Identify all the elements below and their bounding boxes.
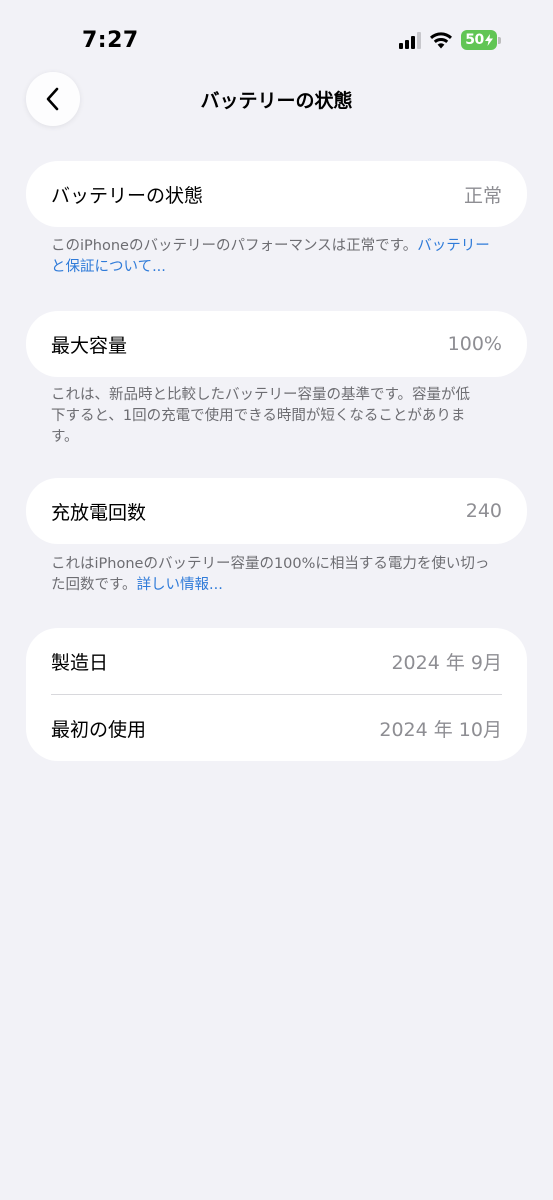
max-capacity-row[interactable]: 最大容量 100% xyxy=(26,311,527,377)
battery-health-footnote-text: このiPhoneのバッテリーのパフォーマンスは正常です。 xyxy=(51,238,418,254)
status-time: 7:27 xyxy=(82,28,139,53)
cellular-signal-icon xyxy=(399,31,421,49)
navigation-bar: バッテリーの状態 xyxy=(0,70,553,128)
cycle-count-card: 充放電回数 240 xyxy=(26,478,527,544)
wifi-icon xyxy=(430,32,452,49)
max-capacity-card: 最大容量 100% xyxy=(26,311,527,377)
manufacture-date-row: 製造日 2024 年 9月 xyxy=(26,628,527,694)
cycle-count-row[interactable]: 充放電回数 240 xyxy=(26,478,527,544)
dates-card: 製造日 2024 年 9月 最初の使用 2024 年 10月 xyxy=(26,628,527,761)
cycle-count-footnote-text: これはiPhoneのバッテリー容量の100%に相当する電力を使い切った回数です。 xyxy=(51,556,490,593)
first-use-label: 最初の使用 xyxy=(51,718,147,741)
cycle-count-footnote: これはiPhoneのバッテリー容量の100%に相当する電力を使い切った回数です。… xyxy=(51,554,501,596)
learn-more-link[interactable]: 詳しい情報... xyxy=(137,577,223,593)
first-use-row: 最初の使用 2024 年 10月 xyxy=(26,695,527,761)
cycle-count-value: 240 xyxy=(465,500,502,522)
battery-health-value: 正常 xyxy=(463,184,502,207)
battery-health-label: バッテリーの状態 xyxy=(51,184,204,207)
max-capacity-value: 100% xyxy=(447,333,502,355)
status-icons: 50 xyxy=(399,30,501,50)
max-capacity-label: 最大容量 xyxy=(51,334,128,357)
manufacture-date-label: 製造日 xyxy=(51,651,109,674)
battery-icon: 50 xyxy=(461,30,501,50)
battery-health-row[interactable]: バッテリーの状態 正常 xyxy=(26,161,527,227)
page-title: バッテリーの状態 xyxy=(200,90,353,112)
battery-health-footnote: このiPhoneのバッテリーのパフォーマンスは正常です。バッテリーと保証について… xyxy=(51,236,501,278)
max-capacity-footnote: これは、新品時と比較したバッテリー容量の基準です。容量が低下すると、1回の充電で… xyxy=(51,385,471,448)
manufacture-date-value: 2024 年 9月 xyxy=(391,651,502,674)
cycle-count-label: 充放電回数 xyxy=(51,501,147,524)
max-capacity-footnote-text: これは、新品時と比較したバッテリー容量の基準です。容量が低下すると、1回の充電で… xyxy=(51,387,471,445)
battery-level: 50 xyxy=(465,32,484,48)
status-bar: 7:27 50 xyxy=(0,0,553,70)
first-use-value: 2024 年 10月 xyxy=(379,718,502,741)
charging-bolt-icon xyxy=(484,34,493,46)
battery-health-card: バッテリーの状態 正常 xyxy=(26,161,527,227)
